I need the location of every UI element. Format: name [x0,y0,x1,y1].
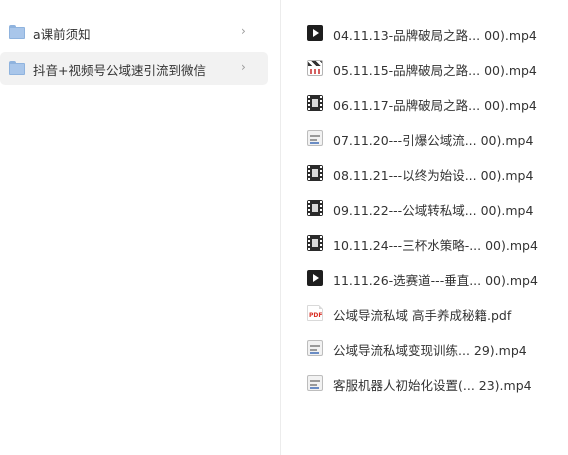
file-item[interactable]: 06.11.17-品牌破局之路... 00).mp4 [305,92,567,114]
pdf-badge: PDF [309,312,323,319]
folder-item-douyin-traffic[interactable]: 抖音+视频号公域速引流到微信 › [0,52,268,85]
file-item[interactable]: 07.11.20---引爆公域流... 00).mp4 [305,127,567,149]
folder-label: a课前须知 [33,27,91,42]
file-browser: a课前须知 › 抖音+视频号公域速引流到微信 › 04.11.13-品牌破局之路… [0,0,568,455]
file-name: 04.11.13-品牌破局之路... 00).mp4 [333,28,537,43]
folder-label: 抖音+视频号公域速引流到微信 [33,63,206,78]
file-item[interactable]: 05.11.15-品牌破局之路... 00).mp4 [305,57,567,79]
video-thumb-icon [307,340,323,356]
file-name: 10.11.24---三杯水策略-... 00).mp4 [333,238,538,253]
file-item[interactable]: 04.11.13-品牌破局之路... 00).mp4 [305,22,567,44]
file-name: 08.11.21---以终为始设... 00).mp4 [333,168,534,183]
file-item[interactable]: 08.11.21---以终为始设... 00).mp4 [305,162,567,184]
file-name: 11.11.26-选赛道---垂直... 00).mp4 [333,273,538,288]
video-dark-icon [307,25,323,41]
file-name: 06.11.17-品牌破局之路... 00).mp4 [333,98,537,113]
film-icon [307,235,323,251]
film-icon [307,95,323,111]
folder-item-course-notes[interactable]: a课前须知 › [0,16,268,49]
file-item[interactable]: 09.11.22---公域转私域... 00).mp4 [305,197,567,219]
clapper-icon [307,60,323,76]
video-thumb-icon [307,375,323,391]
file-name: 公域导流私域 高手养成秘籍.pdf [333,308,512,323]
file-item[interactable]: PDF 公域导流私域 高手养成秘籍.pdf [305,302,567,324]
file-name: 公域导流私域变现训练... 29).mp4 [333,343,527,358]
file-list: 04.11.13-品牌破局之路... 00).mp4 05.11.15-品牌破局… [281,0,568,455]
folder-icon [9,25,25,39]
chevron-right-icon: › [241,60,246,74]
video-dark-icon [307,270,323,286]
folder-icon [9,61,25,75]
video-thumb-icon [307,130,323,146]
file-item[interactable]: 公域导流私域变现训练... 29).mp4 [305,337,567,359]
file-name: 09.11.22---公域转私域... 00).mp4 [333,203,534,218]
file-name: 客服机器人初始化设置(... 23).mp4 [333,378,532,393]
chevron-right-icon: › [241,24,246,38]
film-icon [307,200,323,216]
file-name: 07.11.20---引爆公域流... 00).mp4 [333,133,534,148]
file-item[interactable]: 10.11.24---三杯水策略-... 00).mp4 [305,232,567,254]
file-item[interactable]: 11.11.26-选赛道---垂直... 00).mp4 [305,267,567,289]
file-name: 05.11.15-品牌破局之路... 00).mp4 [333,63,537,78]
folder-pane: a课前须知 › 抖音+视频号公域速引流到微信 › [0,0,281,455]
pdf-icon: PDF [307,305,323,321]
film-icon [307,165,323,181]
file-item[interactable]: 客服机器人初始化设置(... 23).mp4 [305,372,567,394]
